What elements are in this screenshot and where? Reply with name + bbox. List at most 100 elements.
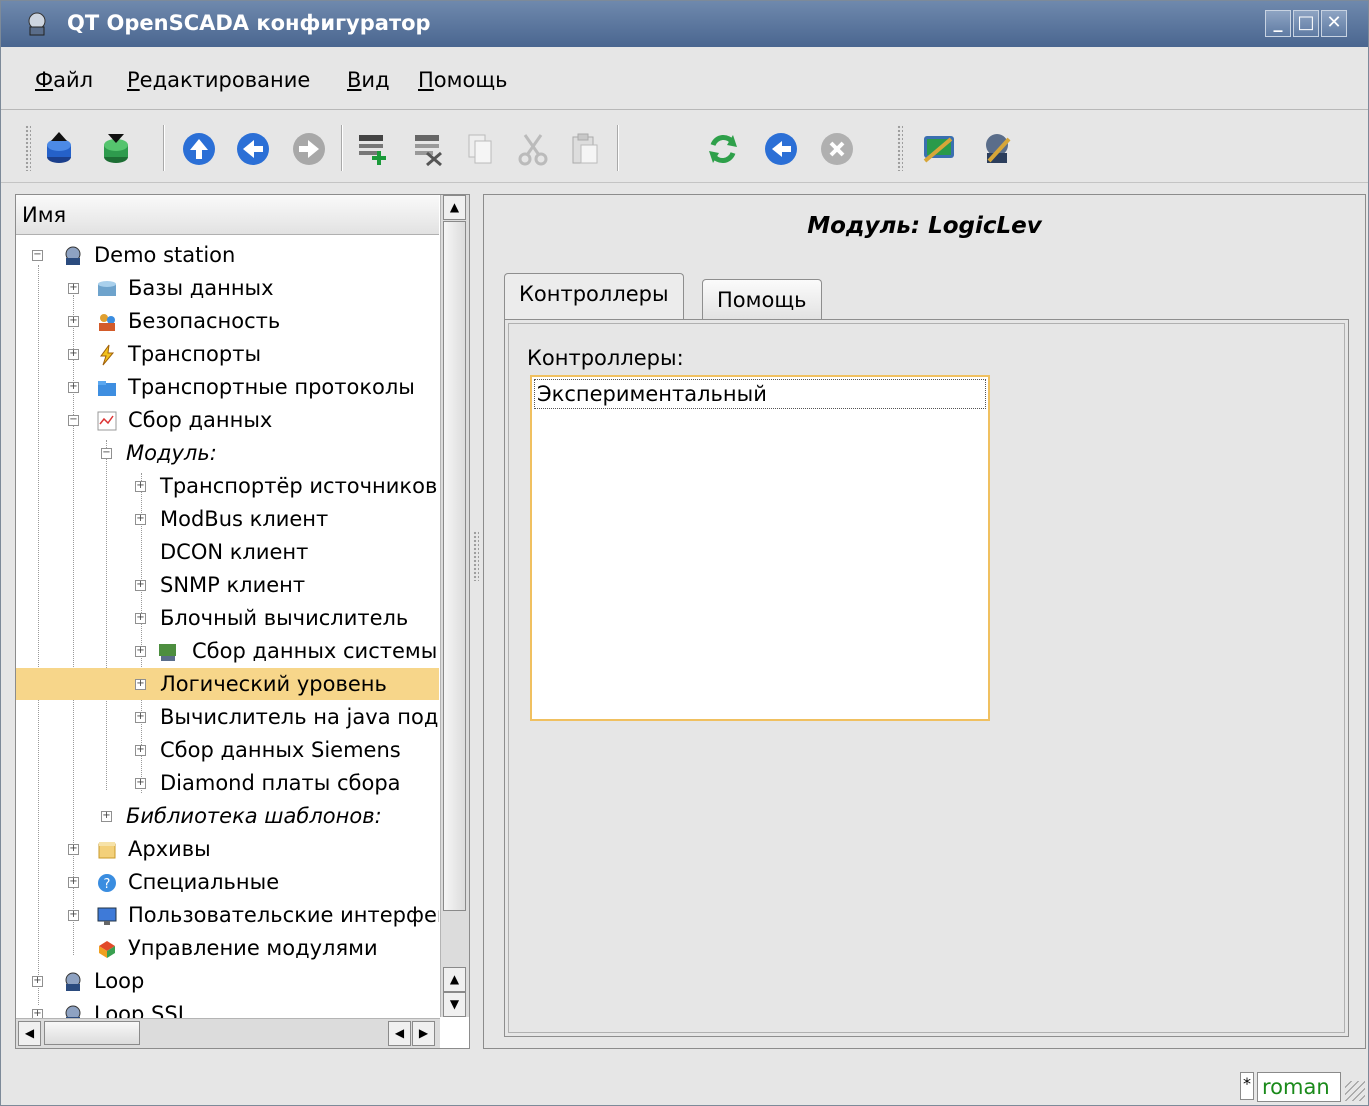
database-icon (98, 281, 116, 296)
settings-icon[interactable] (979, 131, 1015, 167)
tree-item-security[interactable]: + Безопасность (16, 305, 439, 337)
collapse-icon[interactable]: − (32, 250, 43, 261)
refresh-icon[interactable] (705, 131, 741, 167)
menu-view[interactable]: Вид (347, 68, 390, 92)
expand-icon[interactable]: + (32, 976, 43, 987)
expand-icon[interactable]: + (68, 316, 79, 327)
copy-icon[interactable] (463, 131, 499, 167)
tree-item-archives[interactable]: + Архивы (16, 833, 439, 865)
tree-header[interactable]: Имя (16, 195, 439, 235)
menu-help[interactable]: Помощь (418, 68, 508, 92)
tree-item-loop-ssl[interactable]: + Loop SSL (16, 998, 439, 1018)
tree-item-transports[interactable]: + Транспорты (16, 338, 439, 370)
expand-icon[interactable]: + (101, 811, 112, 822)
scroll-left-icon[interactable]: ◀ (18, 1021, 41, 1046)
cut-icon[interactable] (515, 131, 551, 167)
expand-icon[interactable]: + (68, 844, 79, 855)
menu-file[interactable]: Файл (35, 68, 93, 92)
tree-item-module[interactable]: + Транспортёр источников (16, 470, 439, 502)
scroll-left-icon[interactable]: ◀ (388, 1021, 411, 1046)
tree-item-module[interactable]: + ModBus клиент (16, 503, 439, 535)
toolbar-grip[interactable] (25, 125, 31, 171)
forward-icon[interactable] (291, 131, 327, 167)
delete-item-icon[interactable] (411, 131, 447, 167)
main-window: QT OpenSCADA конфигуратор _ □ ✕ Файл Ред… (0, 0, 1369, 1106)
app-icon (28, 12, 46, 36)
expand-icon[interactable]: + (68, 877, 79, 888)
db-load-icon[interactable] (41, 131, 77, 167)
tree-item-template-library[interactable]: + Библиотека шаблонов: (16, 800, 439, 832)
expand-icon[interactable]: + (68, 283, 79, 294)
tree-item-module[interactable]: DCON клиент (16, 536, 439, 568)
expand-icon[interactable]: + (135, 679, 146, 690)
expand-icon[interactable]: + (68, 382, 79, 393)
back-icon[interactable] (235, 131, 271, 167)
tree-item-module[interactable]: + SNMP клиент (16, 569, 439, 601)
expand-icon[interactable]: + (135, 646, 146, 657)
expand-icon[interactable]: + (32, 1009, 43, 1018)
tree-item-databases[interactable]: + Базы данных (16, 272, 439, 304)
add-item-icon[interactable] (355, 131, 391, 167)
expand-icon[interactable]: + (135, 778, 146, 789)
tab-controllers[interactable]: Контроллеры (504, 273, 684, 321)
tree-item-specials[interactable]: + ? Специальные (16, 866, 439, 898)
system-icon (159, 644, 176, 661)
scroll-right-icon[interactable]: ▶ (412, 1021, 435, 1046)
maximize-button[interactable]: □ (1293, 10, 1319, 37)
db-save-icon[interactable] (98, 131, 134, 167)
collapse-icon[interactable]: − (101, 448, 112, 459)
expand-icon[interactable]: + (135, 745, 146, 756)
minimize-button[interactable]: _ (1265, 10, 1291, 37)
splitter-handle[interactable] (473, 531, 479, 581)
tree-item-demo-station[interactable]: − Demo station (16, 239, 439, 271)
tree-item-module[interactable]: + Diamond платы сбора (16, 767, 439, 799)
scroll-up-icon[interactable]: ▲ (443, 195, 466, 220)
expand-icon[interactable]: + (135, 613, 146, 624)
toolbar-grip-2[interactable] (897, 125, 903, 171)
menu-bar: Файл Редактирование Вид Помощь (1, 48, 1368, 110)
expand-icon[interactable]: + (68, 349, 79, 360)
users-icon (99, 314, 115, 331)
up-icon[interactable] (181, 131, 217, 167)
tree-item-data-acquisition[interactable]: − Сбор данных (16, 404, 439, 436)
scrollbar-thumb[interactable] (443, 221, 466, 911)
title-bar[interactable]: QT OpenSCADA конфигуратор _ □ ✕ (1, 1, 1368, 47)
expand-icon[interactable]: + (135, 580, 146, 591)
paste-icon[interactable] (567, 131, 603, 167)
tree-horizontal-scrollbar[interactable]: ◀ ◀ ▶ (16, 1018, 440, 1048)
tree-item-module[interactable]: + Сбор данных системы (16, 635, 439, 667)
object-tree[interactable]: Имя − Demo station + Базы данных + Безоп… (15, 194, 470, 1049)
start-icon[interactable] (763, 131, 799, 167)
expand-icon[interactable]: + (68, 910, 79, 921)
expand-icon[interactable]: + (135, 481, 146, 492)
tree-item-module-management[interactable]: Управление модулями (16, 932, 439, 964)
tree-item-transport-protocols[interactable]: + Транспортные протоколы (16, 371, 439, 403)
tab-page-controllers: Контроллеры: Экспериментальный (504, 319, 1349, 1037)
scroll-up-icon[interactable]: ▲ (443, 967, 466, 992)
tree-item-module[interactable]: + Сбор данных Siemens (16, 734, 439, 766)
tree-item-module-group[interactable]: − Модуль: (16, 437, 439, 469)
tree-item-loop[interactable]: + Loop (16, 965, 439, 997)
resize-grip[interactable] (1345, 1081, 1365, 1101)
tree-item-module[interactable]: + Вычислитель на java подобном (16, 701, 439, 733)
user-indicator[interactable]: roman (1257, 1072, 1341, 1102)
expand-icon[interactable]: + (135, 514, 146, 525)
tree-item-module-selected[interactable]: + Логический уровень (16, 668, 439, 700)
controllers-list[interactable]: Экспериментальный (530, 375, 990, 721)
controllers-label: Контроллеры: (527, 346, 684, 370)
tree-vertical-scrollbar[interactable]: ▲ ▲ ▼ (440, 195, 469, 1017)
scroll-down-icon[interactable]: ▼ (443, 992, 466, 1017)
scrollbar-thumb[interactable] (44, 1021, 140, 1045)
expand-icon[interactable]: + (135, 712, 146, 723)
tree-item-module[interactable]: + Блочный вычислитель (16, 602, 439, 634)
station-config-icon[interactable] (921, 131, 957, 167)
stop-icon[interactable] (819, 131, 855, 167)
collapse-icon[interactable]: − (68, 415, 79, 426)
archive-icon (98, 842, 116, 859)
list-item[interactable]: Экспериментальный (534, 379, 986, 409)
monitor-icon (97, 907, 117, 925)
tree-item-user-interfaces[interactable]: + Пользовательские интерфейсы (16, 899, 439, 931)
tab-help[interactable]: Помощь (702, 279, 822, 323)
close-button[interactable]: ✕ (1321, 10, 1347, 37)
menu-edit[interactable]: Редактирование (127, 68, 310, 92)
